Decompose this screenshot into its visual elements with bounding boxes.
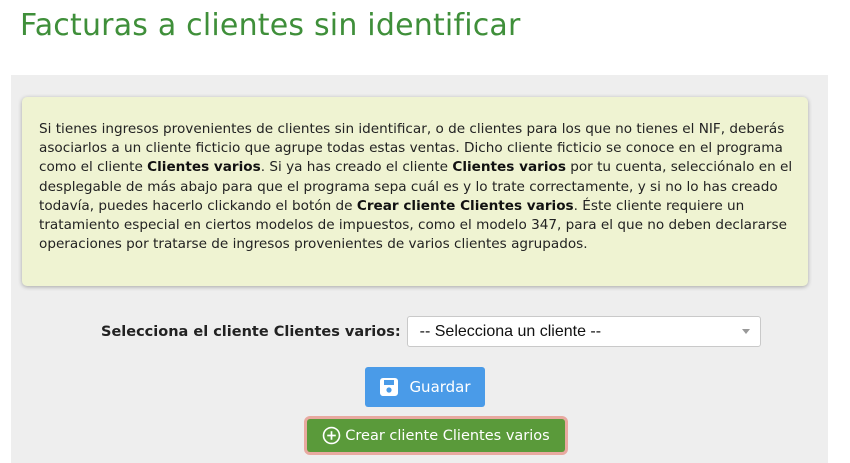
client-select-value: -- Selecciona un cliente --	[419, 322, 602, 340]
plus-circle-icon	[322, 426, 341, 445]
chevron-down-icon	[741, 329, 750, 334]
client-select[interactable]: -- Selecciona un cliente --	[406, 316, 761, 347]
info-bold-2: Clientes varios	[452, 159, 566, 176]
save-button[interactable]: Guardar	[365, 367, 485, 407]
create-client-button[interactable]: Crear cliente Clientes varios	[307, 419, 565, 452]
floppy-disk-icon	[380, 378, 399, 396]
create-client-button-label: Crear cliente Clientes varios	[345, 427, 550, 444]
main-panel: Si tienes ingresos provenientes de clien…	[11, 75, 828, 463]
client-select-label: Selecciona el cliente Clientes varios:	[101, 323, 401, 340]
save-button-label: Guardar	[409, 378, 471, 396]
client-select-row: Selecciona el cliente Clientes varios: -…	[101, 316, 761, 347]
info-bold-1: Clientes varios	[147, 159, 261, 176]
info-text-2: . Si ya has creado el cliente	[260, 159, 453, 176]
page-title: Facturas a clientes sin identificar	[20, 8, 521, 43]
info-bold-3: Crear cliente Clientes varios	[356, 197, 574, 214]
info-box: Si tienes ingresos provenientes de clien…	[22, 97, 808, 286]
